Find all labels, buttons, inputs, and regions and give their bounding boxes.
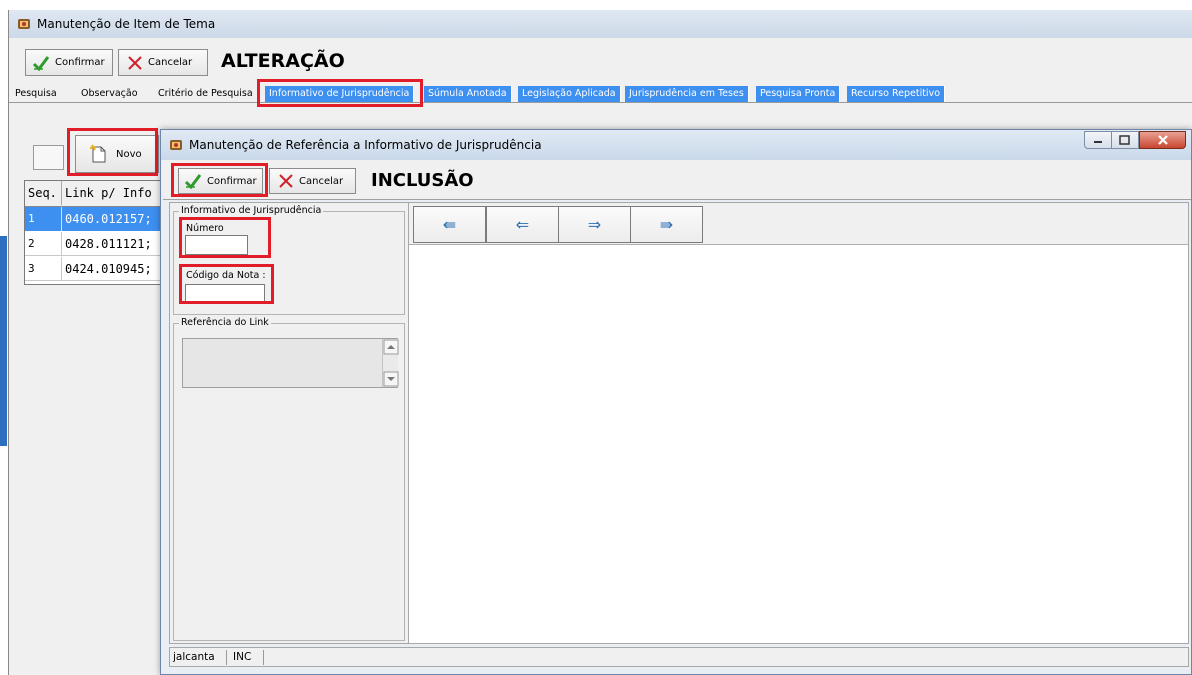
row-seq: 2 <box>28 237 35 250</box>
grid-header-seq[interactable]: Seq. <box>25 181 61 205</box>
outer-window-title: Manutenção de Item de Tema <box>37 17 216 31</box>
outer-title-bar: Manutenção de Item de Tema <box>9 10 1192 38</box>
reference-dialog: Manutenção de Referência a Informativo d… <box>160 129 1192 675</box>
first-arrow-icon: ⇚ <box>442 215 457 234</box>
dialog-title: Manutenção de Referência a Informativo d… <box>189 138 542 152</box>
tab-legislacao-aplicada[interactable]: Legislação Aplicada <box>518 86 621 103</box>
table-row[interactable]: 2 0428.011121; <box>25 232 170 256</box>
nav-toolbar: ⇚ ⇐ ⇒ ⇛ <box>409 203 1188 245</box>
dialog-cancel-button[interactable]: Cancelar <box>269 168 356 194</box>
tab-sumula-anotada[interactable]: Súmula Anotada <box>424 86 512 103</box>
outer-tab-strip: Pesquisa Observação Critério de Pesquisa… <box>9 86 1192 103</box>
grid-header: Seq. Link p/ Info <box>25 181 170 207</box>
table-row[interactable]: 1 0460.012157; <box>25 207 170 231</box>
status-divider <box>263 650 264 665</box>
informativo-group-label: Informativo de Jurisprudência <box>179 205 324 216</box>
textarea-scrollbar[interactable] <box>382 339 399 387</box>
links-grid: Seq. Link p/ Info 1 0460.012157; 2 0428.… <box>24 180 170 285</box>
row-seq: 3 <box>28 262 35 275</box>
close-icon <box>128 55 142 70</box>
outer-cancel-label: Cancelar <box>148 57 193 68</box>
nav-prev-button[interactable]: ⇐ <box>486 206 559 243</box>
tab-observacao[interactable]: Observação <box>77 86 142 103</box>
checkmark-icon <box>32 55 50 71</box>
close-window-button[interactable] <box>1139 131 1186 149</box>
last-arrow-icon: ⇛ <box>659 215 674 234</box>
tab-criterio-de-pesquisa[interactable]: Critério de Pesquisa <box>154 86 257 103</box>
status-mode: INC <box>233 651 252 663</box>
row-link: 0428.011121; <box>61 232 170 256</box>
tab-pesquisa[interactable]: Pesquisa <box>11 86 61 103</box>
status-user: jalcanta <box>173 651 215 663</box>
maximize-button[interactable] <box>1112 131 1139 149</box>
highlight-numero <box>179 217 271 258</box>
dialog-content-area: ⇚ ⇐ ⇒ ⇛ <box>408 202 1189 644</box>
scroll-up-icon[interactable] <box>383 339 399 355</box>
dialog-mode-label: INCLUSÃO <box>371 170 474 191</box>
next-arrow-icon: ⇒ <box>587 215 602 234</box>
row-link: 0460.012157; <box>61 207 170 231</box>
nav-first-button[interactable]: ⇚ <box>413 206 486 243</box>
highlight-dialog-confirm <box>171 163 268 197</box>
tab-recurso-repetitivo[interactable]: Recurso Repetitivo <box>847 86 946 103</box>
maximize-icon <box>1119 135 1130 145</box>
grid-header-link[interactable]: Link p/ Info <box>61 181 170 205</box>
referencia-group-label: Referência do Link <box>179 317 271 328</box>
highlight-new-button <box>67 128 158 176</box>
left-edge-accent <box>0 236 7 446</box>
dialog-title-bar: Manutenção de Referência a Informativo d… <box>161 130 1191 160</box>
outer-confirm-button[interactable]: Confirmar <box>25 49 113 76</box>
referencia-textarea[interactable] <box>182 338 399 388</box>
table-row[interactable]: 3 0424.010945; <box>25 257 170 281</box>
row-seq: 1 <box>28 212 35 225</box>
tab-jurisprudencia-em-teses[interactable]: Jurisprudência em Teses <box>625 86 749 103</box>
outer-cancel-button[interactable]: Cancelar <box>118 49 208 76</box>
close-window-icon <box>1158 135 1168 145</box>
tab-strip-line <box>9 102 1192 103</box>
minimize-icon <box>1094 141 1102 143</box>
referencia-group: Referência do Link <box>173 317 405 641</box>
highlight-codigo-nota <box>179 264 274 304</box>
outer-mode-label: ALTERAÇÃO <box>221 50 345 72</box>
prev-arrow-icon: ⇐ <box>515 215 530 234</box>
highlight-informativo-tab <box>257 79 423 107</box>
status-divider <box>226 650 227 665</box>
dialog-cancel-label: Cancelar <box>299 175 344 187</box>
small-field[interactable] <box>33 145 64 170</box>
nav-next-button[interactable]: ⇒ <box>558 206 631 243</box>
close-icon <box>279 174 293 188</box>
row-link: 0424.010945; <box>61 257 170 281</box>
dialog-app-icon <box>169 138 183 152</box>
status-bar: jalcanta INC <box>169 647 1189 667</box>
scroll-down-icon[interactable] <box>383 371 399 387</box>
tab-pesquisa-pronta[interactable]: Pesquisa Pronta <box>756 86 841 103</box>
app-icon <box>17 17 31 31</box>
outer-confirm-label: Confirmar <box>55 57 105 68</box>
nav-last-button[interactable]: ⇛ <box>630 206 703 243</box>
minimize-button[interactable] <box>1084 131 1112 149</box>
